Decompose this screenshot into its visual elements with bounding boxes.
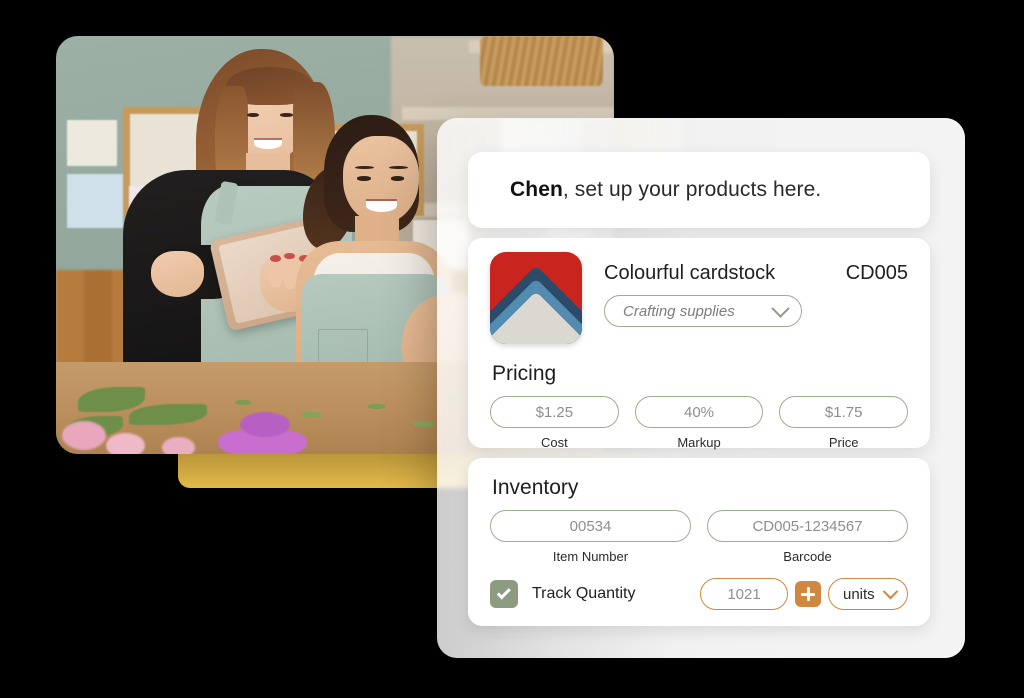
greeting-text: Chen, set up your products here. <box>510 178 821 202</box>
greeting-rest: , set up your products here. <box>562 178 822 201</box>
barcode-input[interactable]: CD005-1234567 <box>707 510 908 542</box>
quantity-controls: 1021 units <box>700 578 908 610</box>
product-sku: CD005 <box>845 262 908 284</box>
price-field-group: $1.75 Price <box>779 396 909 450</box>
plus-icon[interactable] <box>795 581 821 607</box>
product-card: Colourful cardstock CD005 Crafting suppl… <box>468 238 930 450</box>
product-name: Colourful cardstock <box>604 262 776 284</box>
checkmark-icon <box>496 584 511 599</box>
markup-input[interactable]: 40% <box>634 396 764 428</box>
markup-field-group: 40% Markup <box>634 396 764 450</box>
product-header: Colourful cardstock CD005 Crafting suppl… <box>490 252 908 344</box>
track-quantity-checkbox[interactable] <box>490 580 518 608</box>
price-input[interactable]: $1.75 <box>779 396 909 428</box>
product-title-row: Colourful cardstock CD005 <box>604 262 908 285</box>
cost-field-group: $1.25 Cost <box>490 396 619 450</box>
category-dropdown[interactable]: Crafting supplies <box>604 295 802 327</box>
inventory-fields: 00534 Item Number CD005-1234567 Barcode <box>490 510 908 564</box>
item-number-input[interactable]: 00534 <box>490 510 691 542</box>
item-number-label: Item Number <box>552 549 629 564</box>
barcode-field-group: CD005-1234567 Barcode <box>707 510 908 564</box>
screenshot-stage: Chen, set up your products here. Colourf… <box>0 0 1024 698</box>
pricing-fields: $1.25 Cost 40% Markup $1.75 Price <box>490 396 909 450</box>
unit-value: units <box>843 585 875 603</box>
barcode-label: Barcode <box>783 549 832 564</box>
unit-dropdown[interactable]: units <box>828 578 908 610</box>
quantity-input[interactable]: 1021 <box>700 578 788 610</box>
price-label: Price <box>828 435 859 450</box>
markup-label: Markup <box>677 435 721 450</box>
category-value: Crafting supplies <box>623 302 735 320</box>
greeting-card: Chen, set up your products here. <box>468 152 930 228</box>
pricing-section-title: Pricing <box>492 362 557 385</box>
track-quantity-row: Track Quantity 1021 units <box>490 578 908 610</box>
item-number-field-group: 00534 Item Number <box>490 510 691 564</box>
track-quantity-label: Track Quantity <box>532 585 636 602</box>
cost-input[interactable]: $1.25 <box>490 396 619 428</box>
greeting-user-name: Chen <box>510 178 563 201</box>
cost-label: Cost <box>540 435 568 450</box>
product-info: Colourful cardstock CD005 Crafting suppl… <box>604 252 908 327</box>
product-image <box>490 252 582 344</box>
inventory-section-title: Inventory <box>492 476 579 499</box>
chevron-down-icon <box>771 298 790 318</box>
chevron-down-icon <box>882 583 899 599</box>
inventory-card: Inventory 00534 Item Number CD005-123456… <box>468 458 930 626</box>
